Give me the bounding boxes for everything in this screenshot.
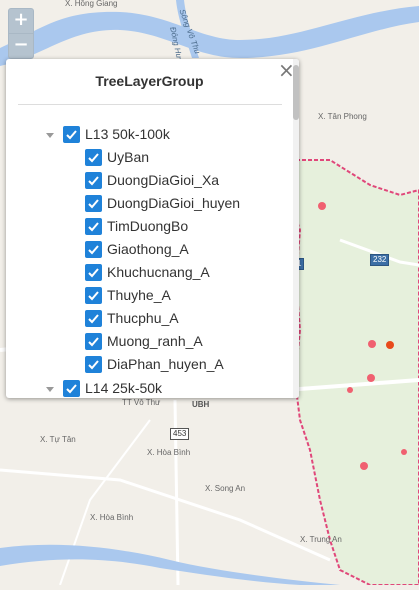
zoom-out-button[interactable]: − bbox=[8, 33, 34, 59]
map-label: X. Trung An bbox=[300, 535, 342, 544]
district-point bbox=[347, 387, 353, 393]
map-label: X. Tự Tân bbox=[40, 435, 76, 444]
district-point bbox=[401, 449, 407, 455]
tree-item: DiaPhan_huyen_A bbox=[85, 353, 224, 375]
layer-label: TimDuongBo bbox=[107, 218, 189, 234]
tree-item: DuongDiaGioi_Xa bbox=[85, 169, 219, 191]
layer-label: Thuyhe_A bbox=[107, 287, 171, 303]
layer-checkbox[interactable] bbox=[85, 286, 102, 304]
map-label: UBH bbox=[192, 400, 210, 409]
panel-title: TreeLayerGroup bbox=[95, 73, 204, 89]
tree-item: UyBan bbox=[85, 146, 149, 168]
tree-item: Giaothong_A bbox=[85, 238, 189, 260]
caret-down-icon[interactable] bbox=[46, 386, 54, 392]
district-point bbox=[318, 202, 326, 210]
tree-item: Khuchucnang_A bbox=[85, 261, 210, 283]
map-label: X. Hòa Bình bbox=[147, 448, 191, 457]
road-shield: 232 bbox=[370, 254, 390, 266]
layer-label: DuongDiaGioi_huyen bbox=[107, 195, 241, 211]
tree-group-l13: L13 50k-100k bbox=[46, 123, 170, 145]
layer-label: UyBan bbox=[107, 149, 150, 165]
layer-checkbox[interactable] bbox=[85, 263, 102, 281]
close-icon[interactable]: × bbox=[278, 60, 295, 80]
zoom-in-button[interactable]: + bbox=[8, 8, 34, 34]
divider bbox=[18, 104, 282, 105]
layer-label: Thucphu_A bbox=[107, 310, 179, 326]
group-checkbox[interactable] bbox=[63, 125, 80, 143]
layer-tree-panel: TreeLayerGroup × L13 50k-100k UyBan Duon… bbox=[6, 59, 299, 398]
tree-item: Thuyhe_A bbox=[85, 284, 171, 306]
group-label: L13 50k-100k bbox=[85, 126, 170, 142]
tree-group-l14: L14 25k-50k bbox=[46, 377, 162, 398]
layer-checkbox[interactable] bbox=[85, 217, 102, 235]
layer-checkbox[interactable] bbox=[85, 171, 102, 189]
tree-item: TimDuongBo bbox=[85, 215, 188, 237]
district-point bbox=[368, 340, 376, 348]
layer-checkbox[interactable] bbox=[85, 309, 102, 327]
layer-label: DuongDiaGioi_Xa bbox=[107, 172, 220, 188]
layer-label: Muong_ranh_A bbox=[107, 333, 203, 349]
district-point bbox=[386, 341, 394, 349]
panel-scrollbar[interactable] bbox=[293, 59, 299, 398]
scrollbar-thumb[interactable] bbox=[293, 65, 299, 120]
layer-label: DiaPhan_huyen_A bbox=[107, 356, 224, 372]
tree-item: Thucphu_A bbox=[85, 307, 179, 329]
road-shield: 453 bbox=[170, 428, 190, 440]
district-point bbox=[367, 374, 375, 382]
map-label: X. Hòa Bình bbox=[90, 513, 134, 522]
tree-item: Muong_ranh_A bbox=[85, 330, 203, 352]
map-label: TT Vô Thư bbox=[122, 398, 161, 407]
group-checkbox[interactable] bbox=[63, 379, 80, 397]
map-label: X. Song An bbox=[205, 484, 246, 493]
map-label: X. Hồng Giang bbox=[65, 0, 118, 8]
layer-checkbox[interactable] bbox=[85, 240, 102, 258]
layer-checkbox[interactable] bbox=[85, 194, 102, 212]
layer-label: Khuchucnang_A bbox=[107, 264, 210, 280]
layer-checkbox[interactable] bbox=[85, 332, 102, 350]
layer-checkbox[interactable] bbox=[85, 355, 102, 373]
group-label: L14 25k-50k bbox=[85, 380, 163, 396]
district-point bbox=[360, 462, 368, 470]
caret-down-icon[interactable] bbox=[46, 132, 54, 138]
layer-label: Giaothong_A bbox=[107, 241, 189, 257]
tree-item: DuongDiaGioi_huyen bbox=[85, 192, 240, 214]
layer-checkbox[interactable] bbox=[85, 148, 102, 166]
map-label: X. Tân Phong bbox=[318, 112, 367, 121]
